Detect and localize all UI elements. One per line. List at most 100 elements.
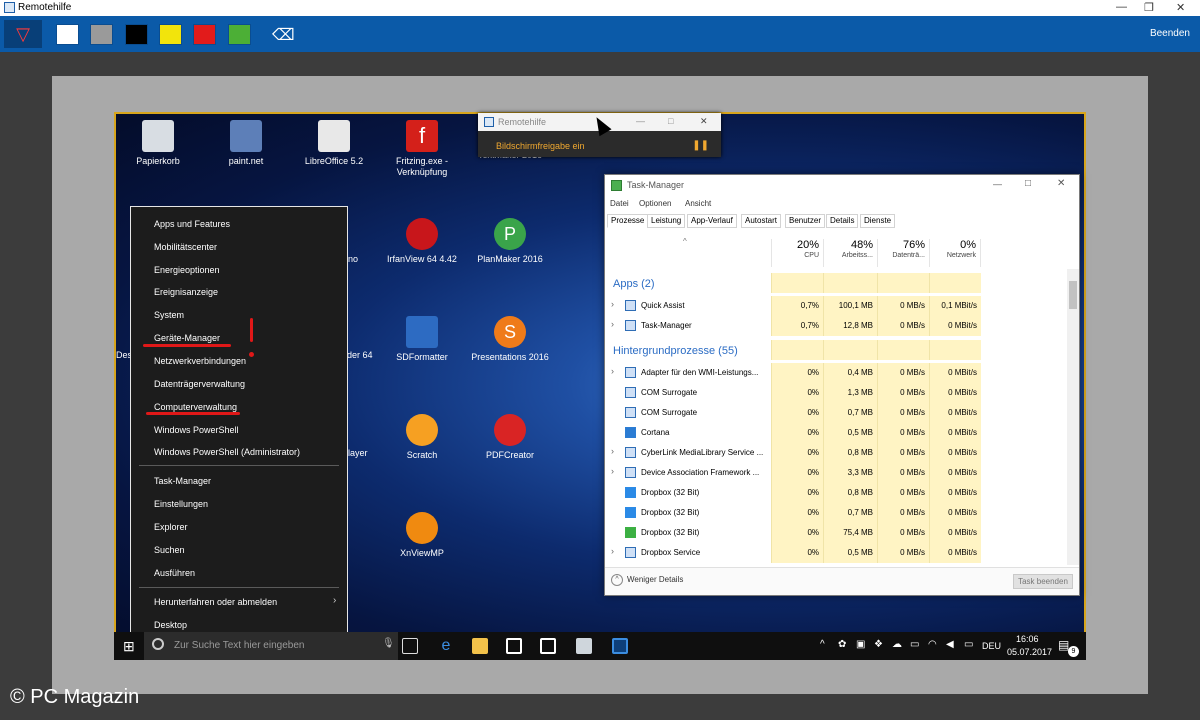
color-green-swatch[interactable] (228, 24, 251, 45)
chevron-up-icon[interactable]: ^ (820, 639, 825, 650)
menu-item-network-connections[interactable]: Netzwerkverbindungen (154, 354, 246, 368)
expand-chevron-icon[interactable]: › (611, 299, 614, 309)
app-taskbar-icon[interactable] (576, 638, 592, 654)
menu-item-task-manager[interactable]: Task-Manager (154, 474, 211, 488)
windows-start-icon[interactable]: ⊞ (123, 638, 135, 655)
maximize-icon[interactable]: □ (668, 116, 673, 126)
menu-item-disk-management[interactable]: Datenträgerverwaltung (154, 377, 245, 391)
desktop-icon-fritzing[interactable]: f Fritzing.exe - Verknüpfung (380, 120, 464, 178)
desktop-icon-presentations[interactable]: S Presentations 2016 (468, 316, 552, 363)
menu-item-desktop[interactable]: Desktop (154, 618, 187, 632)
dropbox-tray-icon[interactable]: ❖ (874, 639, 883, 650)
tab-processes[interactable]: Prozesse (607, 214, 649, 228)
table-row[interactable]: Dropbox (32 Bit) 0% 0,7 MB 0 MB/s 0 MBit/s (605, 503, 1067, 523)
taskbar-search-box[interactable]: Zur Suche Text hier eingeben 🎙 (144, 632, 398, 660)
task-view-icon[interactable] (402, 638, 418, 654)
menu-item-device-manager[interactable]: Geräte-Manager (154, 331, 220, 345)
tab-performance[interactable]: Leistung (647, 214, 686, 228)
tab-startup[interactable]: Autostart (741, 214, 782, 228)
sort-chevron-up-icon[interactable]: ^ (683, 237, 687, 246)
end-task-button[interactable]: Task beenden (1013, 574, 1073, 589)
battery-icon[interactable]: ▭ (964, 639, 973, 650)
desktop-icon-libreoffice[interactable]: LibreOffice 5.2 (292, 120, 376, 167)
tab-users[interactable]: Benutzer (785, 214, 826, 228)
menu-item-search[interactable]: Suchen (154, 543, 185, 557)
tray-app-icon[interactable]: ▣ (856, 639, 865, 650)
tray-app-icon[interactable]: ▭ (910, 639, 919, 650)
table-row[interactable]: Dropbox (32 Bit) 0% 0,8 MB 0 MB/s 0 MBit/s (605, 483, 1067, 503)
menu-item-explorer[interactable]: Explorer (154, 520, 188, 534)
file-explorer-icon[interactable] (472, 638, 488, 654)
volume-icon[interactable]: ◀ (946, 639, 954, 650)
menu-options[interactable]: Optionen (639, 199, 671, 208)
quick-assist-taskbar-icon[interactable] (612, 638, 628, 654)
table-row[interactable]: › Quick Assist 0,7% 100,1 MB 0 MB/s 0,1 MBit/… (605, 296, 1067, 316)
menu-item-apps-features[interactable]: Apps und Features (154, 217, 230, 231)
input-language[interactable]: DEU (982, 641, 1001, 651)
maximize-icon[interactable]: ❐ (1144, 1, 1154, 14)
onedrive-icon[interactable]: ☁ (892, 639, 902, 650)
color-black-swatch[interactable] (125, 24, 148, 45)
desktop-icon-recycle-bin[interactable]: Papierkorb (116, 120, 200, 167)
tab-services[interactable]: Dienste (860, 214, 896, 228)
tray-app-icon[interactable]: ✿ (838, 639, 846, 650)
color-yellow-swatch[interactable] (159, 24, 182, 45)
clock-time[interactable]: 16:06 (1016, 634, 1039, 644)
menu-item-system[interactable]: System (154, 308, 184, 322)
menu-item-powershell-admin[interactable]: Windows PowerShell (Administrator) (154, 445, 300, 459)
table-row[interactable]: Dropbox (32 Bit) 0% 75,4 MB 0 MB/s 0 MBit/s (605, 523, 1067, 543)
table-row[interactable]: › Adapter für den WMI-Leistungs... 0% 0,4 M… (605, 363, 1067, 383)
tab-app-history[interactable]: App-Verlauf (687, 214, 737, 228)
desktop-icon-paintnet[interactable]: paint.net (204, 120, 288, 167)
color-white-swatch[interactable] (56, 24, 79, 45)
column-memory[interactable]: 48% Arbeitss... (823, 239, 877, 267)
wifi-icon[interactable]: ◠ (928, 639, 937, 650)
tab-details[interactable]: Details (826, 214, 859, 228)
microphone-icon[interactable]: 🎙 (382, 638, 395, 649)
column-network[interactable]: 0% Netzwerk (929, 239, 981, 267)
chevron-up-circle-icon[interactable]: ^ (611, 574, 623, 586)
desktop-icon-irfanview[interactable]: IrfanView 64 4.42 (380, 218, 464, 265)
column-disk[interactable]: 76% Datenträ... (877, 239, 929, 267)
close-icon[interactable]: ✕ (1057, 178, 1065, 189)
pause-icon[interactable]: ❚❚ (692, 140, 709, 151)
desktop-icon-sdformatter[interactable]: SDFormatter (380, 316, 464, 363)
menu-file[interactable]: Datei (610, 199, 629, 208)
menu-item-run[interactable]: Ausführen (154, 566, 195, 580)
table-row[interactable]: COM Surrogate 0% 1,3 MB 0 MB/s 0 MBit/s (605, 383, 1067, 403)
color-gray-swatch[interactable] (90, 24, 113, 45)
table-row[interactable]: › CyberLink MediaLibrary Service ... 0% 0,8… (605, 443, 1067, 463)
pen-icon[interactable]: ▽ (4, 20, 42, 48)
minimize-icon[interactable]: — (636, 116, 645, 126)
menu-item-settings[interactable]: Einstellungen (154, 497, 208, 511)
close-icon[interactable]: ✕ (1176, 1, 1185, 14)
column-cpu[interactable]: 20% CPU (771, 239, 823, 267)
eraser-icon[interactable]: ⌫ (272, 25, 295, 45)
menu-item-powershell[interactable]: Windows PowerShell (154, 423, 239, 437)
clock-date[interactable]: 05.07.2017 (1007, 647, 1052, 657)
desktop-icon-xnviewmp[interactable]: XnViewMP (380, 512, 464, 559)
expand-chevron-icon[interactable]: › (611, 546, 614, 556)
menu-item-shutdown[interactable]: Herunterfahren oder abmelden (154, 595, 277, 609)
table-row[interactable]: COM Surrogate 0% 0,7 MB 0 MB/s 0 MBit/s (605, 403, 1067, 423)
fewer-details-button[interactable]: Weniger Details (627, 575, 683, 584)
mail-icon[interactable] (540, 638, 556, 654)
table-row[interactable]: › Dropbox Service 0% 0,5 MB 0 MB/s 0 MBit/s (605, 543, 1067, 563)
menu-item-power-options[interactable]: Energieoptionen (154, 263, 220, 277)
table-row[interactable]: Cortana 0% 0,5 MB 0 MB/s 0 MBit/s (605, 423, 1067, 443)
expand-chevron-icon[interactable]: › (611, 446, 614, 456)
vertical-scrollbar[interactable] (1067, 269, 1079, 565)
desktop-icon-pdfcreator[interactable]: PDFCreator (468, 414, 552, 461)
edge-icon[interactable]: e (438, 638, 454, 654)
maximize-icon[interactable]: □ (1025, 178, 1031, 189)
desktop-icon-scratch[interactable]: Scratch (380, 414, 464, 461)
finish-button[interactable]: Beenden (1150, 28, 1190, 39)
minimize-icon[interactable]: — (1116, 1, 1127, 13)
menu-view[interactable]: Ansicht (685, 199, 711, 208)
store-icon[interactable] (506, 638, 522, 654)
scrollbar-thumb[interactable] (1069, 281, 1077, 309)
table-row[interactable]: › Task-Manager 0,7% 12,8 MB 0 MB/s 0 MBit/s (605, 316, 1067, 336)
menu-item-mobility-center[interactable]: Mobilitätscenter (154, 240, 217, 254)
color-red-swatch[interactable] (193, 24, 216, 45)
close-icon[interactable]: ✕ (700, 116, 708, 127)
